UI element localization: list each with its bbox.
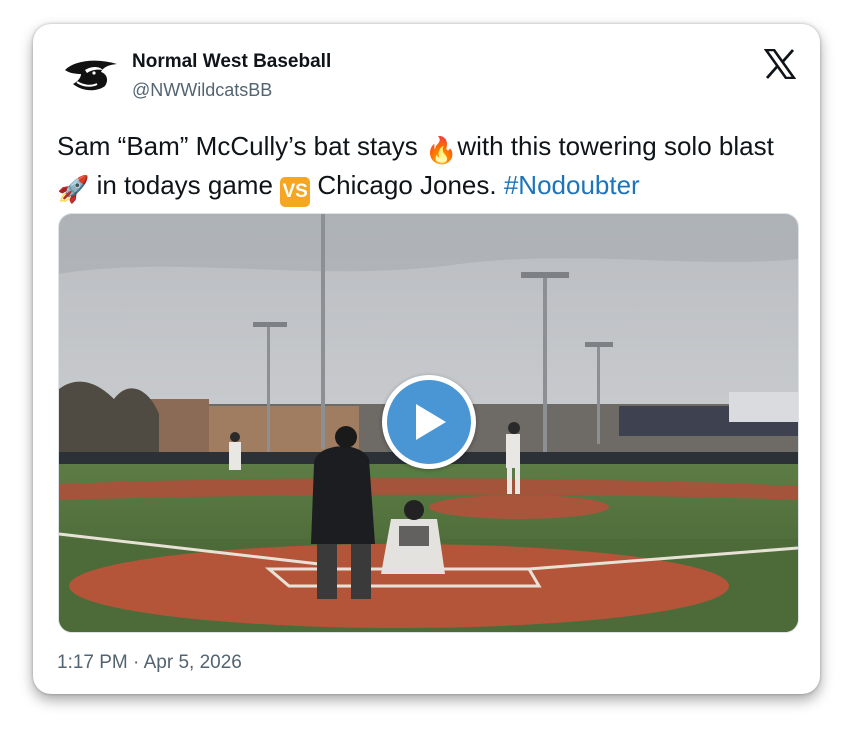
rocket-emoji: 🚀 xyxy=(57,174,90,204)
tweet-card: Normal West Baseball @NWWildcatsBB Sam “… xyxy=(33,24,820,694)
wildcat-logo-icon[interactable] xyxy=(63,56,119,94)
fire-emoji: 🔥 xyxy=(424,135,458,165)
play-icon xyxy=(416,404,446,440)
x-logo-icon[interactable] xyxy=(764,49,796,79)
timestamp[interactable]: 1:17 PM · Apr 5, 2026 xyxy=(57,652,242,674)
hashtag-link[interactable]: #Nodoubter xyxy=(504,170,640,200)
author-handle[interactable]: @NWWildcatsBB xyxy=(132,80,272,101)
video-player[interactable] xyxy=(58,213,799,633)
tweet-text-part: Sam “Bam” McCully’s bat stays xyxy=(57,131,425,161)
vs-badge: VS xyxy=(280,177,311,207)
tweet-text: Sam “Bam” McCully’s bat stays 🔥with this… xyxy=(57,129,797,207)
tweet-text-part: in todays game xyxy=(89,170,281,200)
tweet-text-part: Chicago Jones. xyxy=(310,170,504,200)
author-name[interactable]: Normal West Baseball xyxy=(132,51,331,73)
play-button[interactable] xyxy=(382,375,476,469)
tweet-text-part: with this towering solo blast xyxy=(457,131,774,161)
